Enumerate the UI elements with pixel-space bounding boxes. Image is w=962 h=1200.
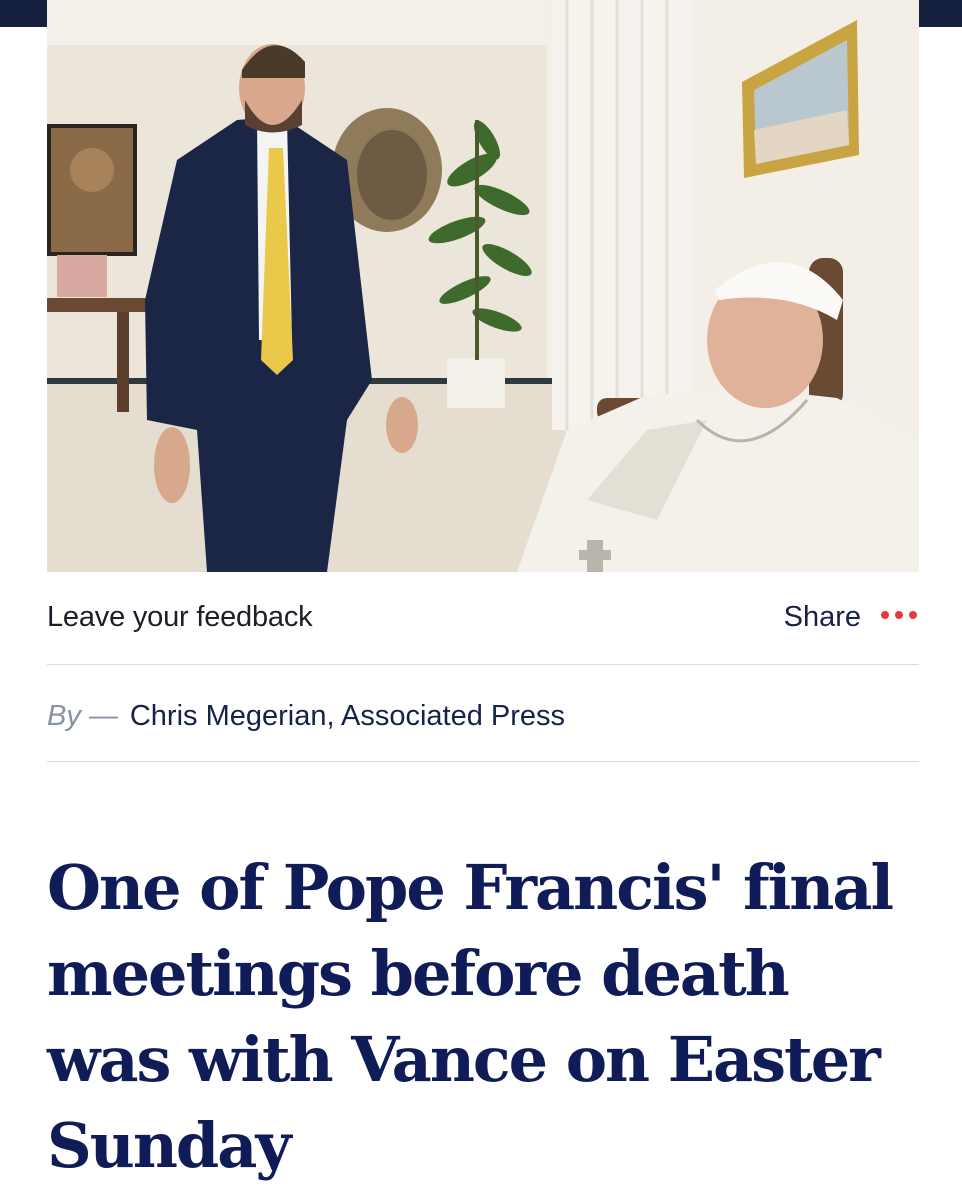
leave-feedback-link[interactable]: Leave your feedback (47, 601, 313, 634)
divider-bottom (47, 761, 919, 762)
top-bar-left (0, 0, 47, 27)
article-photo (47, 0, 919, 572)
more-dots-icon[interactable] (879, 607, 919, 623)
top-bar-right (919, 0, 962, 27)
share-button[interactable]: Share (784, 601, 861, 634)
article-actions: Leave your feedback Share (47, 596, 919, 646)
byline-prefix: By (47, 700, 81, 732)
article-headline: One of Pope Francis' final meetings befo… (47, 851, 894, 1182)
divider-top (47, 664, 919, 665)
byline: By — Chris Megerian, Associated Press (47, 700, 565, 740)
byline-author[interactable]: Chris Megerian, Associated Press (130, 700, 565, 732)
byline-dash: — (88, 700, 118, 732)
